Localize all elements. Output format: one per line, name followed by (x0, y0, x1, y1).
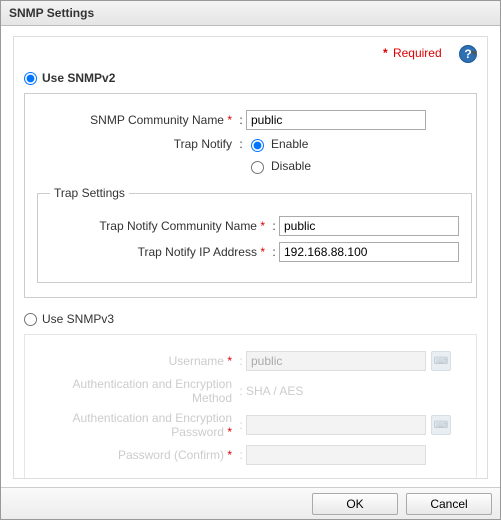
snmpv3-section: Username * : ⌨ Authentication and Encryp… (24, 334, 477, 479)
use-snmpv3-radio[interactable]: Use SNMPv3 (24, 312, 477, 326)
dialog-footer: OK Cancel (1, 487, 500, 519)
chevron-down-icon (471, 51, 477, 56)
trap-community-label: Trap Notify Community Name * (50, 219, 269, 233)
ok-button[interactable]: OK (312, 493, 398, 515)
use-snmpv2-radio[interactable]: Use SNMPv2 (24, 71, 477, 85)
use-snmpv3-radio-input[interactable] (24, 313, 37, 326)
required-indicator-row: * Required ? (24, 45, 477, 63)
form-panel: * Required ? Use SNMPv2 SNMP Community N… (13, 36, 488, 479)
trap-notify-row-2: Disable (37, 158, 464, 174)
use-snmpv3-label: Use SNMPv3 (42, 312, 114, 326)
dialog-content: * Required ? Use SNMPv2 SNMP Community N… (1, 26, 500, 487)
v3-auth-method-value: SHA / AES (246, 384, 303, 398)
trap-ip-input[interactable] (279, 242, 459, 262)
required-label: Required (393, 46, 442, 60)
v3-confirm-label: Password (Confirm) * (37, 448, 236, 462)
v3-username-row: Username * : ⌨ (37, 351, 464, 371)
trap-notify-enable-input[interactable] (251, 139, 264, 152)
trap-notify-disable[interactable]: Disable (246, 158, 311, 174)
trap-settings-legend: Trap Settings (50, 186, 129, 200)
trap-settings-fieldset: Trap Settings Trap Notify Community Name… (37, 186, 472, 283)
snmpv2-section: SNMP Community Name * : Trap Notify : En… (24, 93, 477, 298)
v3-username-input (246, 351, 426, 371)
snmp-settings-dialog: SNMP Settings * Required ? Use SNMPv2 SN… (0, 0, 501, 520)
v3-confirm-row: Password (Confirm) * : (37, 445, 464, 465)
required-star: * (383, 46, 388, 60)
use-snmpv2-label: Use SNMPv2 (42, 71, 115, 85)
v3-username-label: Username * (37, 354, 236, 368)
trap-notify-label: Trap Notify (37, 137, 236, 151)
trap-ip-row: Trap Notify IP Address * : (50, 242, 459, 262)
v3-auth-method-label: Authentication and Encryption Method (37, 377, 236, 405)
dialog-title: SNMP Settings (1, 1, 500, 26)
keyboard-icon: ⌨ (431, 415, 451, 435)
v3-auth-method-row: Authentication and Encryption Method : S… (37, 377, 464, 405)
trap-notify-disable-input[interactable] (251, 161, 264, 174)
trap-community-input[interactable] (279, 216, 459, 236)
community-name-input[interactable] (246, 110, 426, 130)
trap-notify-row: Trap Notify : Enable (37, 136, 464, 152)
keyboard-icon: ⌨ (431, 351, 451, 371)
trap-ip-label: Trap Notify IP Address * (50, 245, 269, 259)
trap-community-row: Trap Notify Community Name * : (50, 216, 459, 236)
v3-auth-password-label: Authentication and Encryption Password * (37, 411, 236, 439)
v3-auth-password-row: Authentication and Encryption Password *… (37, 411, 464, 439)
help-button[interactable]: ? (451, 45, 477, 63)
v3-confirm-input (246, 445, 426, 465)
community-name-row: SNMP Community Name * : (37, 110, 464, 130)
community-name-label: SNMP Community Name * (37, 113, 236, 127)
trap-notify-enable[interactable]: Enable (246, 136, 308, 152)
v3-auth-password-input (246, 415, 426, 435)
cancel-button[interactable]: Cancel (406, 493, 492, 515)
use-snmpv2-radio-input[interactable] (24, 72, 37, 85)
